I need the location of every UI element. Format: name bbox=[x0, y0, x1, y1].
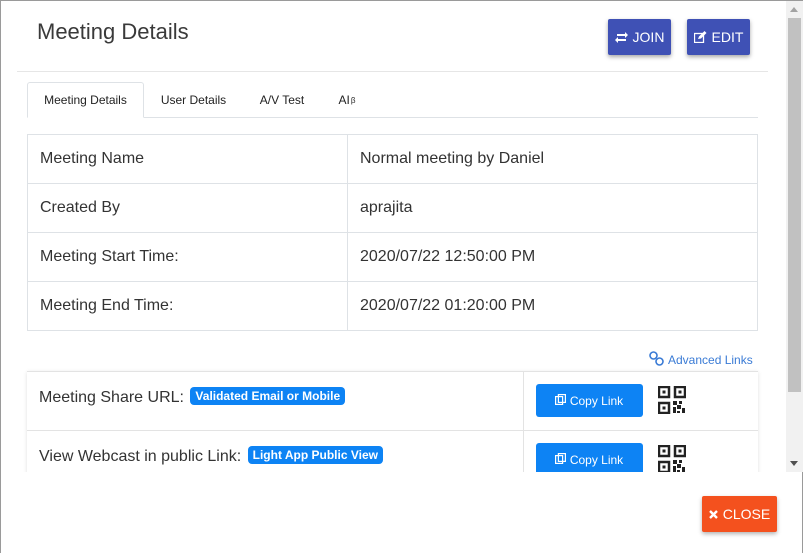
tab-label: AI bbox=[338, 93, 350, 107]
table-row: Meeting End Time: 2020/07/22 01:20:00 PM bbox=[27, 281, 758, 331]
edit-button[interactable]: EDIT bbox=[687, 19, 750, 55]
close-icon bbox=[708, 506, 718, 522]
table-row: Meeting Name Normal meeting by Daniel bbox=[27, 134, 758, 184]
tab-meeting-details[interactable]: Meeting Details bbox=[27, 82, 144, 118]
tab-bar: Meeting Details User Details A/V Test AI… bbox=[27, 82, 758, 118]
tab-label: A/V Test bbox=[259, 93, 305, 107]
modal-body: Meeting Details JOIN EDIT Meeting Detail… bbox=[1, 1, 786, 472]
edit-button-label: EDIT bbox=[711, 29, 744, 45]
copy-icon bbox=[554, 452, 566, 467]
table-row: Meeting Share URL: Validated Email or Mo… bbox=[27, 371, 758, 431]
join-button[interactable]: JOIN bbox=[608, 19, 671, 55]
modal-header: Meeting Details JOIN EDIT bbox=[17, 1, 768, 72]
share-link-actions: Copy Link bbox=[523, 430, 758, 472]
scroll-up-icon[interactable] bbox=[790, 7, 798, 12]
detail-key: Created By bbox=[27, 183, 348, 233]
tab-label: User Details bbox=[160, 93, 227, 107]
table-row: Meeting Start Time: 2020/07/22 12:50:00 … bbox=[27, 232, 758, 282]
tab-user-details[interactable]: User Details bbox=[145, 82, 242, 118]
tab-av-test[interactable]: A/V Test bbox=[242, 82, 322, 118]
meeting-details-table: Meeting Name Normal meeting by Daniel Cr… bbox=[27, 134, 758, 331]
meeting-details-modal: Meeting Details JOIN EDIT Meeting Detail… bbox=[0, 0, 803, 553]
modal-footer: CLOSE bbox=[1, 472, 802, 553]
table-row: Created By aprajita bbox=[27, 183, 758, 233]
copy-link-label: Copy Link bbox=[569, 393, 624, 408]
table-row: View Webcast in public Link: Light App P… bbox=[27, 430, 758, 472]
share-link-label: Meeting Share URL: bbox=[39, 389, 184, 406]
copy-icon bbox=[554, 393, 566, 408]
scrollbar-thumb[interactable] bbox=[788, 18, 801, 392]
share-link-label-cell: Meeting Share URL: Validated Email or Mo… bbox=[27, 371, 524, 431]
qr-code-icon[interactable] bbox=[657, 444, 686, 472]
beta-superscript: β bbox=[350, 95, 356, 105]
detail-value: aprajita bbox=[347, 183, 758, 233]
detail-value: Normal meeting by Daniel bbox=[347, 134, 758, 184]
refresh-icon bbox=[614, 31, 628, 43]
share-link-actions: Copy Link bbox=[523, 371, 758, 431]
share-links-table: Meeting Share URL: Validated Email or Mo… bbox=[27, 371, 758, 472]
share-link-label: View Webcast in public Link: bbox=[39, 448, 242, 465]
close-button-label: CLOSE bbox=[722, 506, 771, 522]
page-title: Meeting Details bbox=[37, 19, 189, 44]
edit-icon bbox=[693, 31, 707, 43]
tab-label: Meeting Details bbox=[44, 93, 127, 107]
copy-link-button[interactable]: Copy Link bbox=[535, 384, 643, 417]
share-link-label-cell: View Webcast in public Link: Light App P… bbox=[27, 430, 524, 472]
vertical-scrollbar[interactable] bbox=[786, 1, 803, 472]
tab-ai[interactable]: AI β bbox=[322, 82, 372, 118]
status-badge: Validated Email or Mobile bbox=[190, 387, 346, 405]
detail-key: Meeting End Time: bbox=[27, 281, 348, 331]
detail-value: 2020/07/22 12:50:00 PM bbox=[347, 232, 758, 282]
detail-key: Meeting Start Time: bbox=[27, 232, 348, 282]
copy-link-label: Copy Link bbox=[569, 452, 624, 467]
advanced-links-link[interactable]: Advanced Links bbox=[649, 351, 753, 369]
qr-code-icon[interactable] bbox=[657, 385, 686, 415]
scroll-down-icon[interactable] bbox=[790, 461, 798, 466]
close-button[interactable]: CLOSE bbox=[702, 496, 777, 532]
detail-key: Meeting Name bbox=[27, 134, 348, 184]
advanced-links-label: Advanced Links bbox=[668, 353, 753, 367]
join-button-label: JOIN bbox=[632, 29, 665, 45]
status-badge: Light App Public View bbox=[247, 446, 383, 464]
detail-value: 2020/07/22 01:20:00 PM bbox=[347, 281, 758, 331]
link-icon bbox=[649, 351, 664, 369]
copy-link-button[interactable]: Copy Link bbox=[535, 443, 643, 472]
